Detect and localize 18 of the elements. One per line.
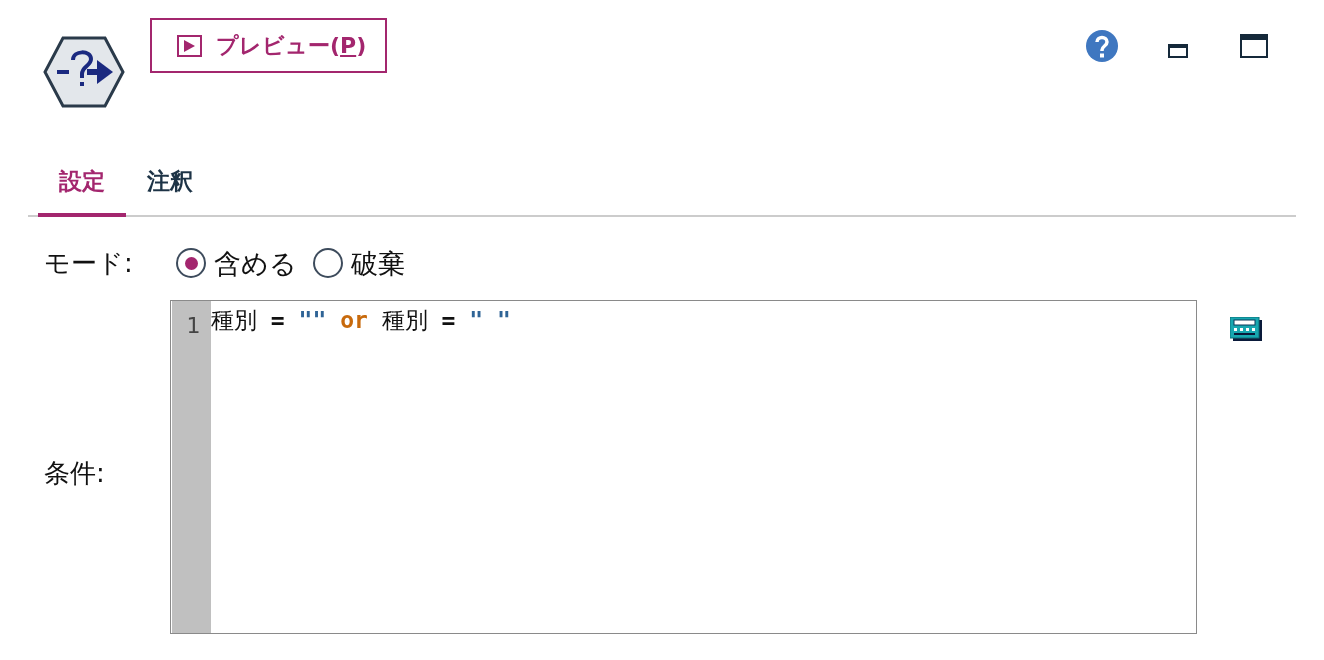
radio-button[interactable] [176,248,206,278]
condition-label: 条件: [44,460,105,486]
tab[interactable]: 注釈 [126,150,214,217]
radio-button[interactable] [313,248,343,278]
radio-label: 破棄 [351,249,405,277]
maximize-icon[interactable] [1240,34,1268,58]
hexagon-node-icon [43,36,125,108]
line-number: 1 [185,312,201,340]
play-icon [177,34,202,57]
code-line: 種別 = "" or 種別 = " " [211,306,511,335]
tab[interactable]: 設定 [38,150,126,217]
help-icon[interactable] [1086,30,1118,62]
mode-label: モード: [44,250,134,276]
calculator-icon[interactable] [1230,317,1262,341]
code-editor[interactable]: 1 種別 = "" or 種別 = " " [170,300,1197,634]
radio-label: 含める [214,249,297,277]
preview-button[interactable]: プレビュー(P) [150,18,387,73]
minimize-icon[interactable] [1168,44,1188,58]
